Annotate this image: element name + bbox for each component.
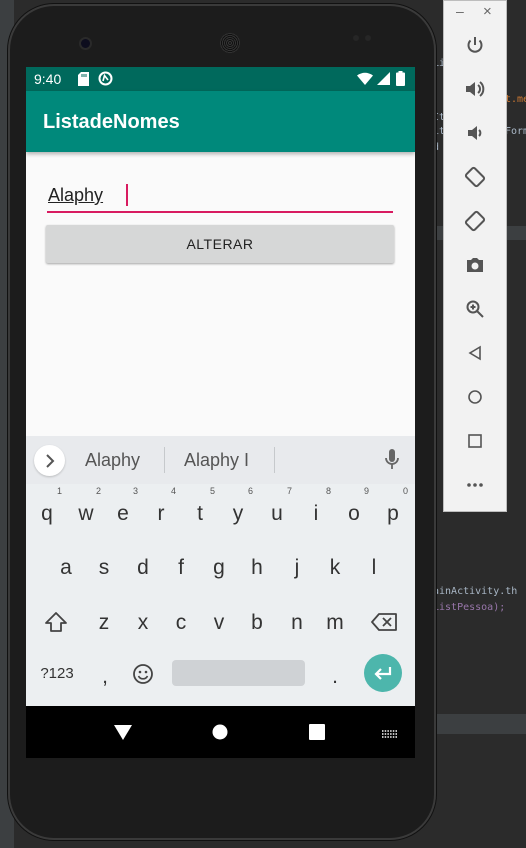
ide-bottom-panel <box>433 714 526 734</box>
camera-icon[interactable] <box>463 253 487 277</box>
name-input-value: Alaphy <box>48 185 104 205</box>
key-u[interactable]: u7 <box>262 486 292 534</box>
text-cursor <box>126 184 128 206</box>
ide-code-line: Forma <box>505 126 526 137</box>
key-o[interactable]: o9 <box>339 486 369 534</box>
period-key[interactable]: . <box>320 657 350 697</box>
ide-code-line: ainActivity.th <box>433 586 518 597</box>
key-j[interactable]: j <box>282 548 312 588</box>
enter-key[interactable] <box>364 654 402 692</box>
front-camera <box>81 39 90 48</box>
key-q[interactable]: q1 <box>32 486 62 534</box>
key-y[interactable]: y6 <box>223 486 253 534</box>
overview-icon[interactable] <box>463 429 487 453</box>
status-time: 9:40 <box>34 71 62 87</box>
microphone-icon[interactable] <box>385 449 399 476</box>
device-screen: 9:40 ListadeNomes Alaphy ALTERAR Alaphy <box>26 67 415 758</box>
alter-button[interactable]: ALTERAR <box>46 225 394 263</box>
key-k[interactable]: k <box>320 548 350 588</box>
proximity-sensor <box>353 35 359 41</box>
navigation-bar <box>26 706 415 758</box>
nav-back-icon[interactable] <box>113 723 133 746</box>
back-icon[interactable] <box>463 341 487 365</box>
sync-icon <box>98 71 113 89</box>
key-z[interactable]: z <box>89 603 119 643</box>
zoom-icon[interactable] <box>463 297 487 321</box>
suggestion-divider <box>164 447 165 473</box>
volume-down-icon[interactable] <box>463 121 487 145</box>
key-g[interactable]: g <box>204 548 234 588</box>
key-n[interactable]: n <box>282 603 312 643</box>
status-bar: 9:40 <box>26 67 415 91</box>
more-icon[interactable] <box>463 473 487 497</box>
ide-code-line: t.me <box>505 94 526 105</box>
key-v[interactable]: v <box>204 603 234 643</box>
home-icon[interactable] <box>463 385 487 409</box>
suggestion-divider <box>274 447 275 473</box>
nav-home-icon[interactable] <box>212 724 228 745</box>
suggestion-1[interactable]: Alaphy <box>85 450 140 471</box>
close-window-button[interactable]: × <box>483 3 492 20</box>
comma-key[interactable]: , <box>90 657 120 697</box>
emulator-toolbar: – × <box>443 0 507 512</box>
key-s[interactable]: s <box>89 548 119 588</box>
suggestion-2[interactable]: Alaphy I <box>184 450 249 471</box>
key-b[interactable]: b <box>242 603 272 643</box>
key-e[interactable]: e3 <box>108 486 138 534</box>
earpiece-speaker <box>220 33 240 53</box>
key-w[interactable]: w2 <box>71 486 101 534</box>
key-h[interactable]: h <box>242 548 272 588</box>
key-l[interactable]: l <box>359 548 389 588</box>
keyboard-switch-icon[interactable] <box>381 727 399 745</box>
key-c[interactable]: c <box>166 603 196 643</box>
app-title: ListadeNomes <box>43 111 180 133</box>
rotate-right-icon[interactable] <box>463 209 487 233</box>
power-icon[interactable] <box>463 33 487 57</box>
expand-chevron-icon[interactable] <box>34 445 65 476</box>
key-m[interactable]: m <box>320 603 350 643</box>
wifi-icon <box>357 72 373 88</box>
signal-icon <box>377 72 390 88</box>
name-input[interactable]: Alaphy <box>47 181 393 213</box>
symbols-key[interactable]: ?123 <box>34 654 80 694</box>
light-sensor <box>365 35 371 41</box>
shift-key[interactable] <box>41 602 71 642</box>
key-t[interactable]: t5 <box>185 486 215 534</box>
key-a[interactable]: a <box>51 548 81 588</box>
key-d[interactable]: d <box>128 548 158 588</box>
soft-keyboard: Alaphy Alaphy I q1 w2 e3 r4 t5 y6 u7 i8 … <box>26 436 415 706</box>
app-toolbar: ListadeNomes <box>26 91 415 152</box>
backspace-key[interactable] <box>368 602 400 642</box>
battery-icon <box>396 71 405 89</box>
space-key[interactable] <box>172 660 305 686</box>
emoji-key[interactable] <box>128 654 158 694</box>
key-x[interactable]: x <box>128 603 158 643</box>
ide-code-line: ListPessoa); <box>433 602 506 613</box>
volume-up-icon[interactable] <box>463 77 487 101</box>
key-p[interactable]: p0 <box>378 486 408 534</box>
key-f[interactable]: f <box>166 548 196 588</box>
rotate-left-icon[interactable] <box>463 165 487 189</box>
sd-card-icon <box>78 72 89 89</box>
key-r[interactable]: r4 <box>146 486 177 534</box>
suggestion-strip: Alaphy Alaphy I <box>26 436 415 484</box>
key-i[interactable]: i8 <box>301 486 331 534</box>
nav-overview-icon[interactable] <box>309 724 325 745</box>
minimize-button[interactable]: – <box>456 3 464 19</box>
